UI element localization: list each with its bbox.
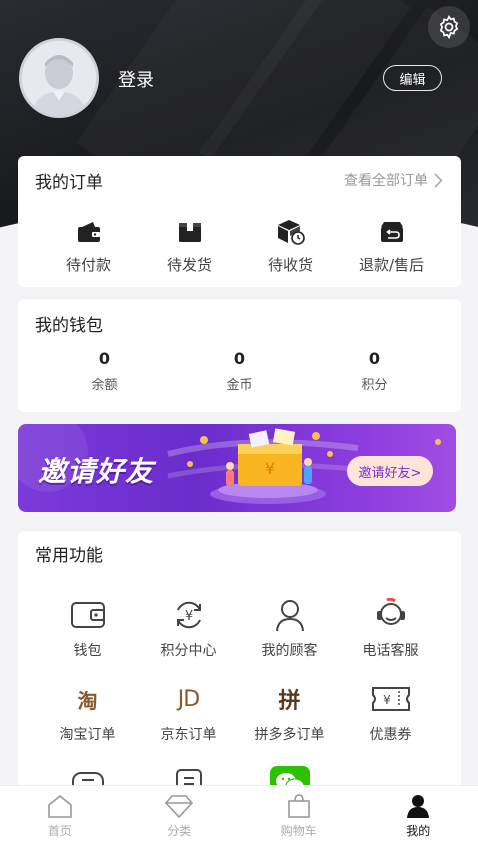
wallet-balance[interactable]: 0 余额 <box>37 349 172 393</box>
person-icon <box>407 795 430 818</box>
wallet-title: 我的钱包 <box>35 316 103 336</box>
wallet-value: 0 <box>368 349 381 368</box>
avatar[interactable] <box>19 38 99 118</box>
order-label: 待收货 <box>267 256 313 274</box>
yuan-cycle-icon: ¥ <box>176 601 201 629</box>
edit-profile-button[interactable]: 编辑 <box>383 65 442 91</box>
function-label: 我的顾客 <box>261 643 318 659</box>
login-link[interactable]: 登录 <box>118 66 154 92</box>
avatar-placeholder <box>22 41 96 115</box>
wallet-value: 0 <box>98 349 111 368</box>
view-all-label: 查看全部订单 <box>344 173 428 189</box>
function-my-customers[interactable]: 我的顾客 <box>239 597 340 681</box>
invite-friends-button[interactable]: 邀请好友> <box>347 456 433 486</box>
order-pending-shipment[interactable]: 待发货 <box>139 218 240 275</box>
functions-title: 常用功能 <box>35 546 103 566</box>
function-label: 淘宝订单 <box>59 727 116 743</box>
svg-text:¥: ¥ <box>383 693 391 707</box>
wallet-value: 0 <box>233 349 246 368</box>
wallet-points[interactable]: 0 积分 <box>307 349 442 393</box>
box-icon <box>178 223 201 242</box>
settings-button[interactable] <box>428 6 470 48</box>
svg-text:¥: ¥ <box>265 459 275 478</box>
function-pinduoduo-orders[interactable]: 拼 拼多多订单 <box>239 681 340 765</box>
taobao-icon: 淘 <box>77 688 98 713</box>
pinduoduo-icon: 拼 <box>278 689 301 714</box>
package-clock-icon <box>277 220 305 245</box>
function-wallet[interactable]: 钱包 <box>37 597 138 681</box>
wallet-label: 积分 <box>361 378 388 393</box>
tab-category[interactable]: 分类 <box>120 786 240 850</box>
tab-label: 分类 <box>167 824 192 838</box>
headset-icon <box>376 598 405 625</box>
refund-icon <box>380 222 403 242</box>
wallet-card: 我的钱包 0 余额 0 金币 0 积分 <box>18 299 461 412</box>
function-label: 钱包 <box>73 643 102 659</box>
order-label: 退款/售后 <box>358 256 425 274</box>
tab-cart[interactable]: 购物车 <box>239 786 359 850</box>
order-pending-receipt[interactable]: 待收货 <box>240 218 341 275</box>
order-pending-payment[interactable]: 待付款 <box>38 218 139 275</box>
shopping-bag-icon <box>287 794 310 818</box>
user-icon <box>275 600 304 632</box>
wallet-label: 金币 <box>226 378 253 393</box>
coupon-icon: ¥ <box>371 687 410 711</box>
tab-mine[interactable]: 我的 <box>359 786 478 850</box>
order-refund[interactable]: 退款/售后 <box>341 218 442 275</box>
order-label: 待付款 <box>65 256 111 274</box>
function-label: 电话客服 <box>362 643 419 659</box>
function-label: 京东订单 <box>160 727 217 743</box>
chevron-right-icon <box>434 172 443 188</box>
tab-home[interactable]: 首页 <box>0 786 120 850</box>
function-taobao-orders[interactable]: 淘 淘宝订单 <box>37 681 138 765</box>
tab-label: 购物车 <box>280 824 317 838</box>
wallet-label: 余额 <box>91 378 118 393</box>
svg-text:¥: ¥ <box>184 609 192 624</box>
jd-icon: JD <box>177 686 200 712</box>
tab-label: 我的 <box>406 824 431 838</box>
wallet-icon <box>77 222 100 242</box>
wallet-outline-icon <box>70 602 105 628</box>
function-phone-support[interactable]: 电话客服 <box>340 597 441 681</box>
function-label: 积分中心 <box>160 643 217 659</box>
gear-icon <box>439 14 459 40</box>
order-label: 待发货 <box>166 256 212 274</box>
banner-title: 邀请好友 <box>38 455 155 488</box>
diamond-icon <box>165 795 194 818</box>
wallet-coins[interactable]: 0 金币 <box>172 349 307 393</box>
orders-title: 我的订单 <box>35 173 103 193</box>
function-coupons[interactable]: ¥ 优惠券 <box>340 681 441 765</box>
bottom-tab-bar: 首页 分类 购物车 我的 <box>0 785 478 850</box>
home-icon <box>47 794 72 818</box>
tab-label: 首页 <box>47 824 72 838</box>
function-jd-orders[interactable]: JD 京东订单 <box>138 681 239 765</box>
invite-friends-banner[interactable]: ¥ 邀请好友 邀请好友> <box>18 424 456 512</box>
function-points-center[interactable]: ¥ 积分中心 <box>138 597 239 681</box>
view-all-orders-link[interactable]: 查看全部订单 <box>344 170 443 190</box>
function-label: 优惠券 <box>369 727 412 743</box>
orders-card: 我的订单 查看全部订单 待付款 待发货 待收货 退款/售后 <box>18 156 461 287</box>
common-functions-card: 常用功能 钱包 ¥ 积分中心 我的顾客 电话客服 淘 淘宝订单 JD 京东订单 … <box>18 531 461 811</box>
function-label: 拼多多订单 <box>254 727 325 743</box>
